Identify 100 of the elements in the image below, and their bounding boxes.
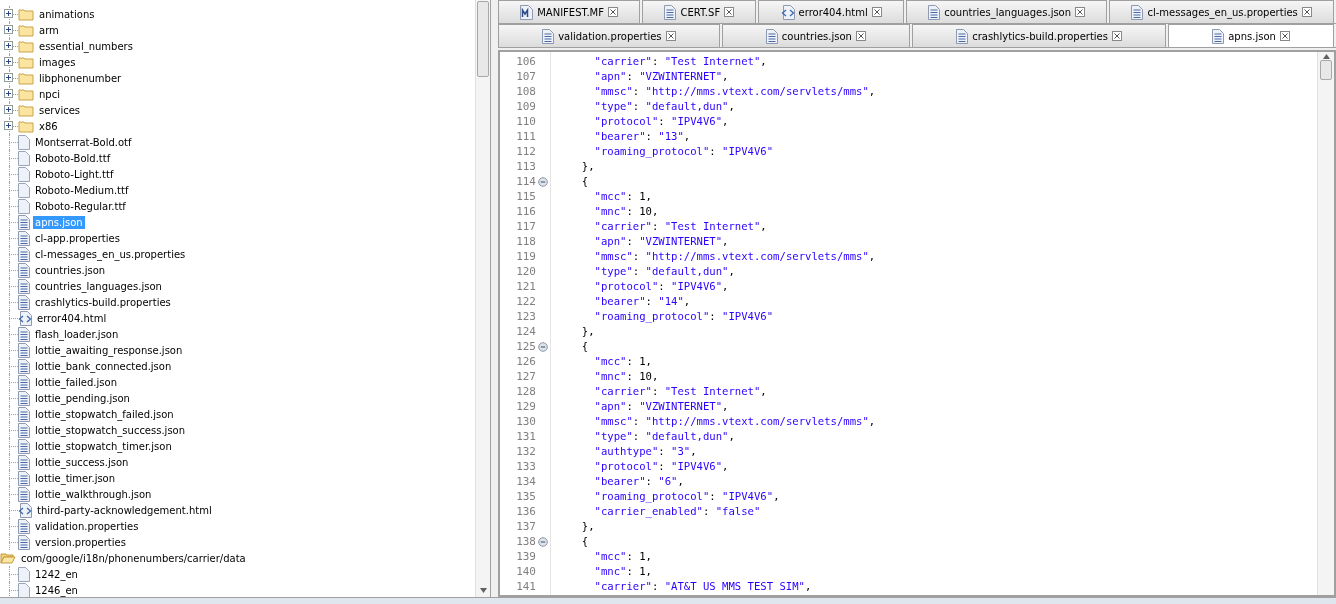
scroll-up-arrow-icon[interactable] <box>1322 54 1330 59</box>
close-icon[interactable] <box>871 7 882 17</box>
tree-item[interactable]: lottie_walkthrough.json <box>33 487 154 501</box>
expand-toggle[interactable] <box>4 9 13 18</box>
line-number: 109 <box>516 100 536 113</box>
line-number: 128 <box>516 385 536 398</box>
code-line: "apn": "VZWINTERNET", <box>593 69 730 84</box>
scroll-down-arrow-icon[interactable] <box>479 588 487 593</box>
tree-item[interactable]: 1246_en <box>33 583 80 597</box>
folder-icon <box>18 55 34 69</box>
code-file-icon <box>18 310 32 326</box>
fold-toggle-icon[interactable] <box>538 177 548 187</box>
scroll-thumb[interactable] <box>477 1 489 77</box>
close-icon[interactable] <box>608 7 618 17</box>
tree-item[interactable]: third-party-acknowledgement.html <box>35 503 214 517</box>
tree-item[interactable]: Montserrat-Bold.otf <box>33 135 134 149</box>
text-file-icon <box>18 406 30 422</box>
line-number: 140 <box>516 565 536 578</box>
tree-item[interactable]: 1242_en <box>33 567 80 581</box>
tree-item[interactable]: Roboto-Bold.ttf <box>33 151 113 165</box>
expand-toggle[interactable] <box>4 25 13 34</box>
editor-tab[interactable]: error404.html <box>758 0 904 23</box>
close-icon[interactable] <box>724 7 735 17</box>
text-file-icon <box>765 28 778 44</box>
editor-tab[interactable]: apns.json <box>1168 24 1334 47</box>
tree-item[interactable]: cl-app.properties <box>33 231 122 245</box>
tree-item[interactable]: lottie_timer.json <box>33 471 118 485</box>
tree-item[interactable]: lottie_pending.json <box>33 391 132 405</box>
close-icon[interactable] <box>1279 31 1290 41</box>
close-icon[interactable] <box>1301 7 1312 17</box>
tree-item[interactable]: com/google/i18n/phonenumbers/carrier/data <box>19 551 248 565</box>
tree-item[interactable]: lottie_stopwatch_timer.json <box>33 439 174 453</box>
line-number: 136 <box>516 505 536 518</box>
editor-tab[interactable]: cl-messages_en_us.properties <box>1109 0 1334 23</box>
tree-item[interactable]: libphonenumber <box>37 71 124 85</box>
scroll-thumb[interactable] <box>1320 60 1332 80</box>
editor-tab[interactable]: validation.properties <box>498 24 720 47</box>
code-line: "type": "default,dun", <box>593 429 736 444</box>
tree-item[interactable]: flash_loader.json <box>33 327 121 341</box>
folder-icon <box>18 7 34 21</box>
tree-item[interactable]: x86 <box>37 119 60 133</box>
text-file-icon <box>18 534 30 550</box>
expand-toggle[interactable] <box>4 73 13 82</box>
tree-item[interactable]: version.properties <box>33 535 128 549</box>
line-number: 118 <box>516 235 536 248</box>
blank-file-icon <box>18 566 30 582</box>
tree-item[interactable]: cl-messages_en_us.properties <box>33 247 188 261</box>
text-file-icon <box>18 278 30 294</box>
line-number: 120 <box>516 265 536 278</box>
tree-item[interactable]: validation.properties <box>33 519 141 533</box>
expand-toggle[interactable] <box>4 121 13 130</box>
tree-item[interactable]: animations <box>37 7 97 21</box>
editor-tab[interactable]: crashlytics-build.properties <box>912 24 1167 47</box>
editor-tab[interactable]: MANIFEST.MF <box>498 0 641 23</box>
editor-tab[interactable]: CERT.SF <box>642 0 757 23</box>
tree-item[interactable]: Roboto-Regular.ttf <box>33 199 128 213</box>
fold-toggle-icon[interactable] <box>538 342 548 352</box>
tree-item[interactable]: lottie_stopwatch_failed.json <box>33 407 176 421</box>
text-file-icon <box>542 28 555 44</box>
tree-item[interactable]: arm <box>37 23 61 37</box>
editor-tab[interactable]: countries.json <box>721 24 911 47</box>
close-icon[interactable] <box>1111 31 1122 41</box>
expand-toggle[interactable] <box>4 57 13 66</box>
tree-item[interactable]: Roboto-Medium.ttf <box>33 183 131 197</box>
tree-item[interactable]: lottie_success.json <box>33 455 131 469</box>
expand-toggle[interactable] <box>4 89 13 98</box>
line-number: 138 <box>516 535 536 548</box>
code-line: "apn": "VZWINTERNET", <box>593 399 730 414</box>
code-line: "mmsc": "http://mms.vtext.com/servlets/mms", <box>593 249 877 264</box>
vertical-scrollbar[interactable] <box>1317 52 1334 595</box>
close-icon[interactable] <box>665 31 676 41</box>
tree-item[interactable]: essential_numbers <box>37 39 135 53</box>
text-file-icon <box>18 486 30 502</box>
line-number: 119 <box>516 250 536 263</box>
expand-toggle[interactable] <box>4 41 13 50</box>
close-icon[interactable] <box>855 31 866 41</box>
line-number: 108 <box>516 85 536 98</box>
tree-item[interactable]: lottie_awaiting_response.json <box>33 343 185 357</box>
tree-item[interactable]: error404.html <box>35 311 109 325</box>
tree-item[interactable]: npci <box>37 87 62 101</box>
text-file-icon <box>928 4 941 20</box>
code-file-icon <box>18 502 32 518</box>
editor-tab[interactable]: countries_languages.json <box>906 0 1108 23</box>
tree-item[interactable]: services <box>37 103 83 117</box>
fold-toggle-icon[interactable] <box>538 537 548 547</box>
tree-item[interactable]: countries.json <box>33 263 108 277</box>
tree-item[interactable]: Roboto-Light.ttf <box>33 167 116 181</box>
tree-item[interactable]: images <box>37 55 78 69</box>
tree-item[interactable]: countries_languages.json <box>33 279 164 293</box>
line-number: 114 <box>516 175 536 188</box>
expand-toggle[interactable] <box>4 105 13 114</box>
tree-item[interactable]: lottie_bank_connected.json <box>33 359 174 373</box>
tree-item[interactable]: lottie_stopwatch_success.json <box>33 423 188 437</box>
tree-item[interactable]: lottie_failed.json <box>33 375 119 389</box>
text-file-icon <box>1131 4 1144 20</box>
line-number: 127 <box>516 370 536 383</box>
close-icon[interactable] <box>1075 7 1086 17</box>
vertical-scrollbar[interactable] <box>475 0 490 597</box>
tree-item[interactable]: crashlytics-build.properties <box>33 295 173 309</box>
line-number: 141 <box>516 580 536 593</box>
